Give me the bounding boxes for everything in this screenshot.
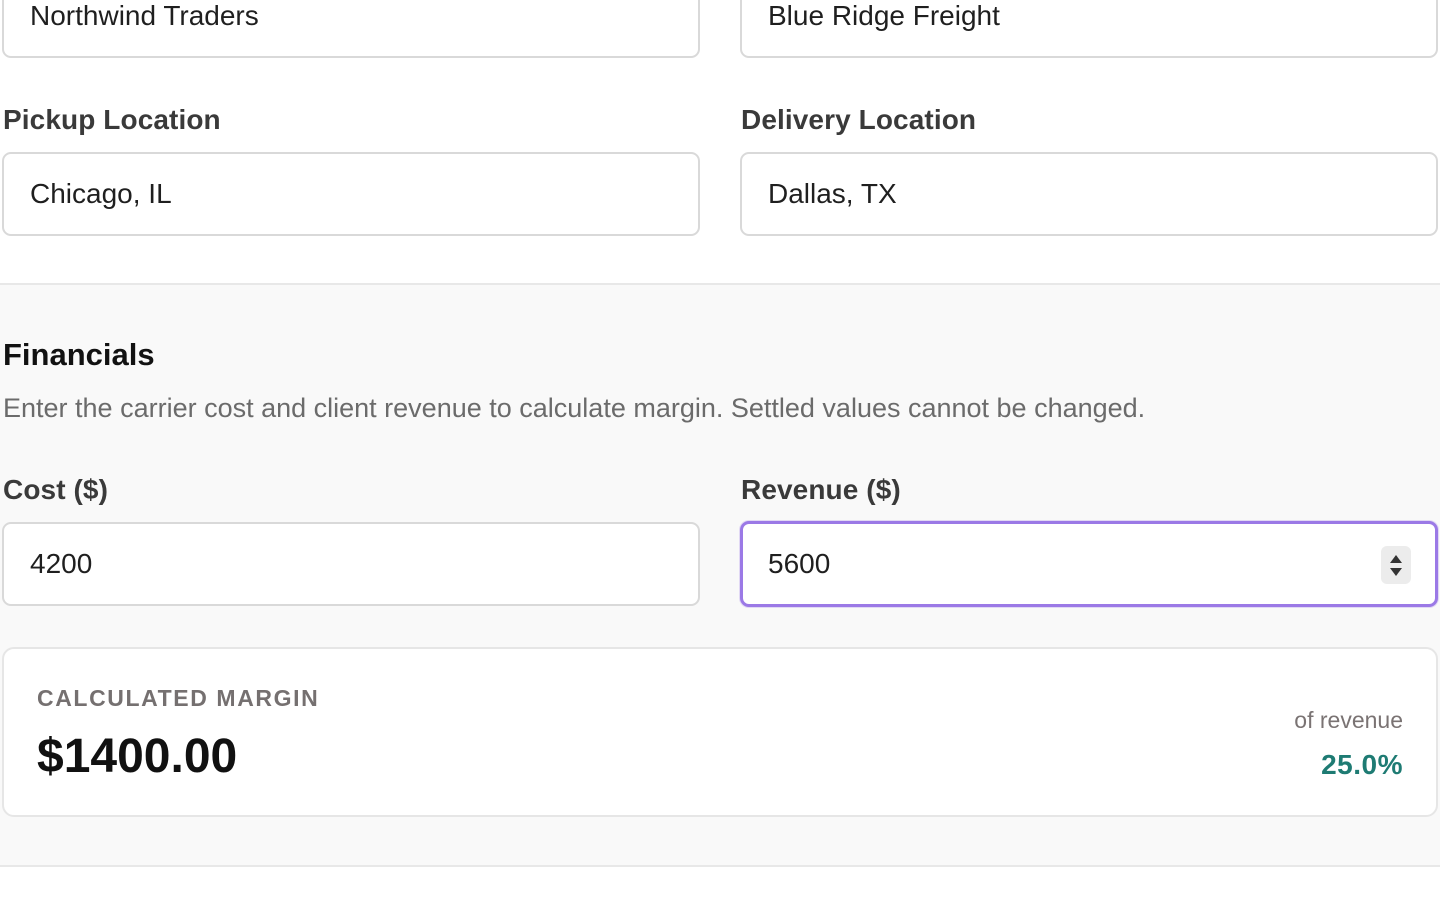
shipment-details-section: Northwind Traders Blue Ridge Freight Pic… [0, 0, 1440, 285]
delivery-location-value: Dallas, TX [768, 178, 897, 209]
margin-label: CALCULATED MARGIN [37, 685, 320, 711]
client-name-value: Northwind Traders [30, 0, 259, 31]
cost-label: Cost ($) [3, 474, 109, 505]
margin-percent-value: 25.0% [1321, 749, 1403, 780]
stepper-down-icon[interactable] [1390, 567, 1402, 576]
stepper-up-icon[interactable] [1390, 554, 1402, 563]
financials-description: Enter the carrier cost and client revenu… [3, 393, 1146, 423]
delivery-location-input[interactable]: Dallas, TX [740, 152, 1438, 236]
client-name-input[interactable]: Northwind Traders [2, 0, 700, 58]
revenue-label: Revenue ($) [741, 474, 901, 505]
revenue-input[interactable]: 5600 [740, 521, 1438, 607]
pickup-location-label: Pickup Location [3, 104, 221, 135]
pickup-location-value: Chicago, IL [30, 178, 172, 209]
pickup-location-input[interactable]: Chicago, IL [2, 152, 700, 236]
cost-value: 4200 [30, 548, 93, 579]
carrier-name-input[interactable]: Blue Ridge Freight [740, 0, 1438, 58]
delivery-location-label: Delivery Location [741, 104, 977, 135]
margin-card: CALCULATED MARGIN $1400.00 of revenue 25… [2, 647, 1438, 817]
revenue-value: 5600 [768, 548, 831, 579]
cost-input[interactable]: 4200 [2, 522, 700, 606]
margin-percent-caption: of revenue [1294, 707, 1403, 733]
stepper-icon[interactable] [1381, 546, 1411, 584]
financials-title: Financials [3, 337, 155, 372]
financials-section: Financials Enter the carrier cost and cl… [0, 285, 1440, 867]
carrier-name-value: Blue Ridge Freight [768, 0, 1000, 31]
margin-value: $1400.00 [37, 730, 238, 783]
